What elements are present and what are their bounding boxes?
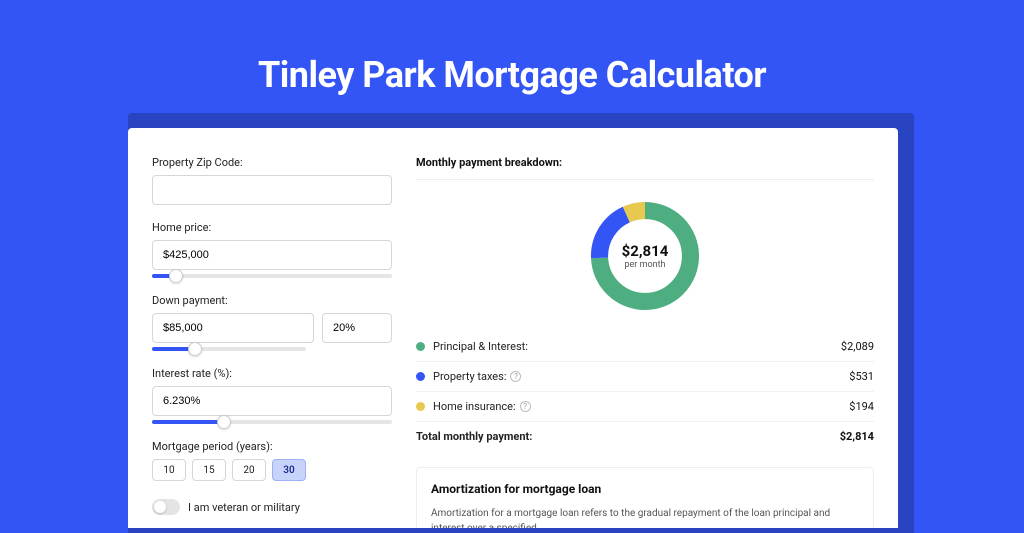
breakdown-value: $531 xyxy=(849,370,874,383)
zip-group: Property Zip Code: xyxy=(152,156,392,205)
toggle-knob xyxy=(154,501,166,513)
zip-label: Property Zip Code: xyxy=(152,156,392,169)
breakdown-column: Monthly payment breakdown: $2,814 per mo… xyxy=(416,156,874,528)
down-payment-pct-input[interactable] xyxy=(322,313,392,343)
dot-icon xyxy=(416,402,425,411)
dot-icon xyxy=(416,342,425,351)
breakdown-value: $194 xyxy=(849,400,874,413)
total-value: $2,814 xyxy=(840,430,874,443)
interest-label: Interest rate (%): xyxy=(152,367,392,380)
period-option-15[interactable]: 15 xyxy=(192,459,226,481)
dot-icon xyxy=(416,372,425,381)
breakdown-row-total: Total monthly payment: $2,814 xyxy=(416,422,874,451)
down-payment-group: Down payment: xyxy=(152,294,392,351)
period-label: Mortgage period (years): xyxy=(152,440,392,453)
interest-input[interactable] xyxy=(152,386,392,416)
down-payment-amount-input[interactable] xyxy=(152,313,314,343)
donut-sub: per month xyxy=(624,260,665,270)
period-option-20[interactable]: 20 xyxy=(232,459,266,481)
breakdown-label: Home insurance: ? xyxy=(433,400,849,413)
donut-amount: $2,814 xyxy=(622,242,669,260)
veteran-row: I am veteran or military xyxy=(152,499,392,515)
home-price-label: Home price: xyxy=(152,221,392,234)
home-price-slider[interactable] xyxy=(152,274,392,278)
breakdown-row-insurance: Home insurance: ? $194 xyxy=(416,392,874,422)
interest-group: Interest rate (%): xyxy=(152,367,392,424)
form-column: Property Zip Code: Home price: Down paym… xyxy=(152,156,392,528)
page-title: Tinley Park Mortgage Calculator xyxy=(0,0,1024,120)
veteran-toggle[interactable] xyxy=(152,499,180,515)
donut-chart: $2,814 per month xyxy=(585,196,705,316)
amortization-heading: Amortization for mortgage loan xyxy=(431,482,859,496)
breakdown-value: $2,089 xyxy=(841,340,874,353)
interest-slider[interactable] xyxy=(152,420,392,424)
slider-thumb[interactable] xyxy=(188,342,202,356)
period-option-30[interactable]: 30 xyxy=(272,459,306,481)
down-payment-slider[interactable] xyxy=(152,347,306,351)
amortization-body: Amortization for a mortgage loan refers … xyxy=(431,506,859,528)
help-icon[interactable]: ? xyxy=(510,371,521,382)
breakdown-row-taxes: Property taxes: ? $531 xyxy=(416,362,874,392)
amortization-box: Amortization for mortgage loan Amortizat… xyxy=(416,467,874,528)
home-price-input[interactable] xyxy=(152,240,392,270)
calculator-panel: Property Zip Code: Home price: Down paym… xyxy=(128,128,898,528)
slider-thumb[interactable] xyxy=(169,269,183,283)
zip-input[interactable] xyxy=(152,175,392,205)
total-label: Total monthly payment: xyxy=(416,430,840,443)
breakdown-heading: Monthly payment breakdown: xyxy=(416,156,874,180)
home-price-group: Home price: xyxy=(152,221,392,278)
breakdown-row-principal: Principal & Interest: $2,089 xyxy=(416,332,874,362)
donut-chart-wrap: $2,814 per month xyxy=(416,192,874,332)
breakdown-label: Property taxes: ? xyxy=(433,370,849,383)
slider-thumb[interactable] xyxy=(217,415,231,429)
breakdown-label: Principal & Interest: xyxy=(433,340,841,353)
help-icon[interactable]: ? xyxy=(520,401,531,412)
period-options: 10 15 20 30 xyxy=(152,459,392,481)
period-option-10[interactable]: 10 xyxy=(152,459,186,481)
down-payment-label: Down payment: xyxy=(152,294,392,307)
period-group: Mortgage period (years): 10 15 20 30 xyxy=(152,440,392,481)
